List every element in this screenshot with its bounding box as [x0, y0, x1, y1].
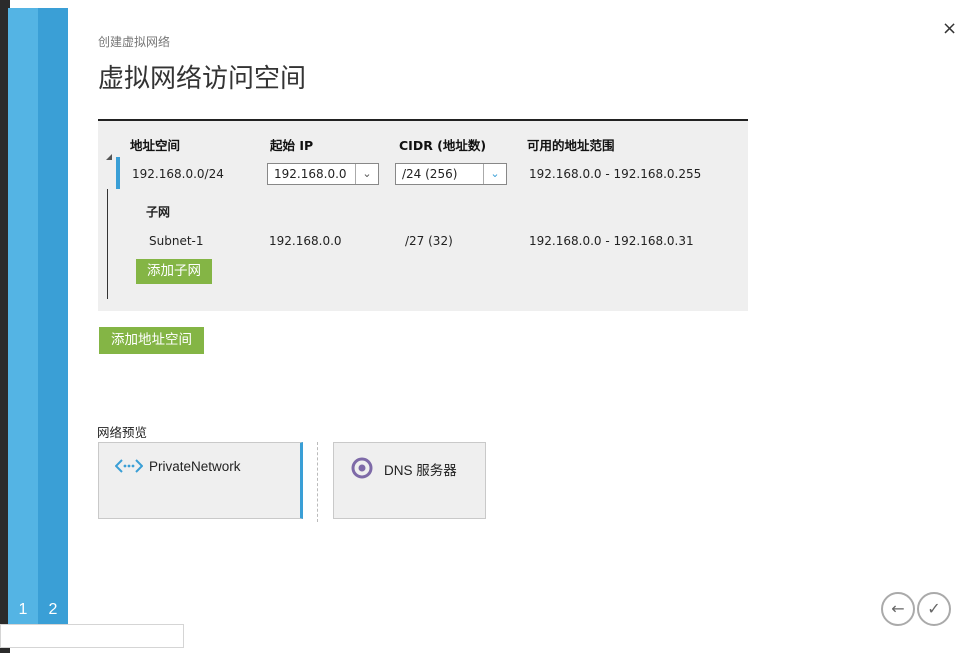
subnet-usable-range: 192.168.0.0 - 192.168.0.31 [529, 234, 694, 248]
chevron-down-icon[interactable]: ⌄ [483, 164, 506, 184]
header-usable-range: 可用的地址范围 [527, 138, 615, 153]
subnet-name[interactable]: Subnet-1 [149, 234, 204, 248]
private-network-name: PrivateNetwork [149, 459, 241, 474]
close-icon[interactable]: × [942, 18, 957, 39]
wizard-step-2[interactable]: 2 [38, 8, 68, 625]
virtual-network-icon [114, 457, 144, 479]
dns-server-icon [351, 457, 373, 483]
add-address-space-button[interactable]: 添加地址空间 [99, 327, 204, 354]
background-input-field[interactable] [0, 624, 184, 648]
address-space-value[interactable]: 192.168.0.0/24 [132, 167, 224, 181]
dns-server-label: DNS 服务器 [384, 463, 457, 478]
cidr-select[interactable]: /24 (256) ⌄ [395, 163, 507, 185]
wizard-step-1[interactable]: 1 [8, 8, 38, 625]
start-ip-select[interactable]: 192.168.0.0 ⌄ [267, 163, 379, 185]
wizard-dialog [68, 8, 966, 625]
private-network-card[interactable]: PrivateNetwork [98, 442, 303, 519]
chevron-down-icon[interactable]: ⌄ [355, 164, 378, 184]
step-1-number: 1 [18, 601, 28, 618]
address-space-panel: 地址空间 起始 IP CIDR (地址数) 可用的地址范围 192.168.0.… [98, 119, 748, 311]
usable-range-value: 192.168.0.0 - 192.168.0.255 [529, 167, 702, 181]
step-2-number: 2 [48, 601, 58, 618]
dns-server-card[interactable]: DNS 服务器 [333, 442, 486, 519]
selected-row-marker [116, 157, 120, 189]
subnet-start-ip[interactable]: 192.168.0.0 [269, 234, 342, 248]
back-arrow-icon[interactable]: ← [881, 592, 915, 626]
subnet-cidr[interactable]: /27 (32) [405, 234, 453, 248]
collapse-triangle-icon[interactable] [106, 154, 112, 160]
network-preview-label: 网络预览 [97, 425, 148, 440]
checkmark-icon[interactable]: ✓ [917, 592, 951, 626]
subnet-tree-line [107, 189, 108, 299]
start-ip-select-value: 192.168.0.0 [274, 167, 347, 181]
header-cidr: CIDR (地址数) [399, 138, 487, 153]
page-title: 虚拟网络访问空间 [98, 64, 307, 94]
header-start-ip: 起始 IP [270, 138, 314, 153]
subnet-header: 子网 [146, 205, 171, 219]
cidr-select-value: /24 (256) [402, 167, 458, 181]
add-subnet-button[interactable]: 添加子网 [136, 259, 212, 284]
header-address-space: 地址空间 [130, 138, 181, 153]
preview-divider [317, 442, 318, 522]
breadcrumb: 创建虚拟网络 [98, 35, 171, 49]
